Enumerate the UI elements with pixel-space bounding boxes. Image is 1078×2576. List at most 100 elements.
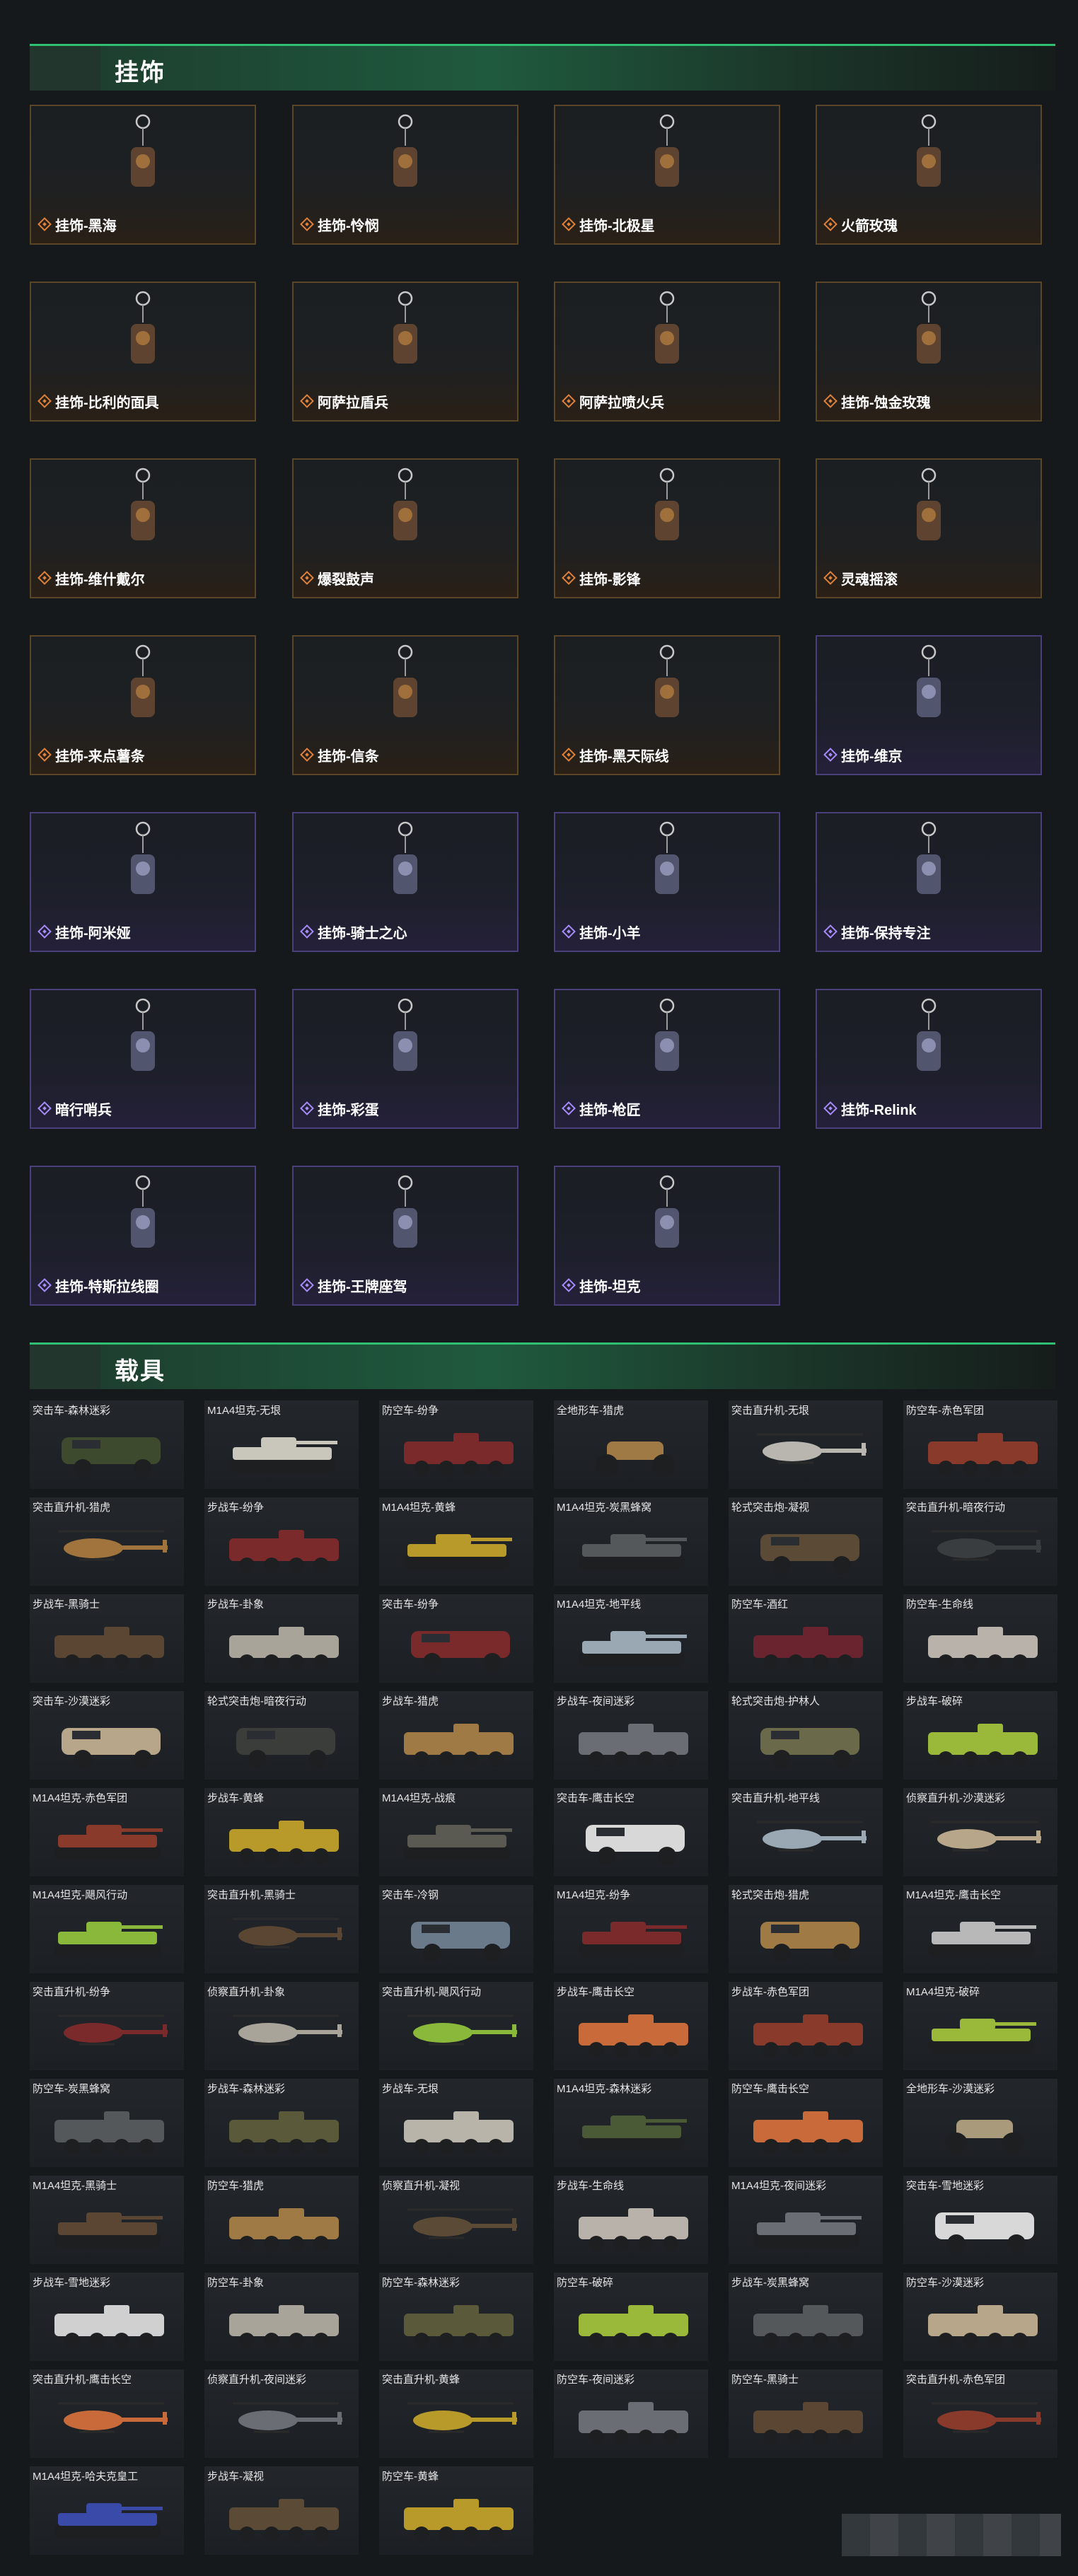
vehicle-card[interactable]: 防空车-酒红 bbox=[729, 1594, 883, 1683]
vehicle-name: 侦察直升机-凝视 bbox=[382, 2180, 460, 2192]
charm-card[interactable]: 阿萨拉盾兵 bbox=[292, 282, 518, 422]
vehicle-card[interactable]: M1A4坦克-无垠 bbox=[204, 1400, 359, 1489]
charm-card[interactable]: 挂饰-维京 bbox=[816, 635, 1042, 775]
vehicle-card[interactable]: 防空车-黄蜂 bbox=[379, 2466, 533, 2555]
charm-card[interactable]: 挂饰-骑士之心 bbox=[292, 812, 518, 952]
vehicle-card[interactable]: M1A4坦克-地平线 bbox=[554, 1594, 708, 1683]
vehicle-card[interactable]: 突击直升机-鹰击长空 bbox=[30, 2369, 184, 2458]
vehicle-card[interactable]: 突击直升机-飓风行动 bbox=[379, 1982, 533, 2070]
charm-card[interactable]: 挂饰-小羊 bbox=[554, 812, 780, 952]
vehicle-image bbox=[411, 1922, 510, 1962]
vehicle-card[interactable]: 轮式突击炮-护林人 bbox=[729, 1691, 883, 1780]
charm-card[interactable]: 挂饰-特斯拉线圈 bbox=[30, 1166, 256, 1306]
charm-card[interactable]: 挂饰-来点薯条 bbox=[30, 635, 256, 775]
vehicle-card[interactable]: 防空车-破碎 bbox=[554, 2273, 708, 2361]
vehicle-card[interactable]: 轮式突击炮-凝视 bbox=[729, 1497, 883, 1586]
charm-image bbox=[131, 998, 155, 1071]
charm-card[interactable]: 阿萨拉喷火兵 bbox=[554, 282, 780, 422]
vehicle-card[interactable]: 防空车-炭黑蜂窝 bbox=[30, 2079, 184, 2167]
vehicle-card[interactable]: M1A4坦克-飓风行动 bbox=[30, 1885, 184, 1973]
vehicle-card[interactable]: M1A4坦克-鹰击长空 bbox=[903, 1885, 1057, 1973]
vehicle-card[interactable]: M1A4坦克-哈夫克皇工 bbox=[30, 2466, 184, 2555]
vehicle-card[interactable]: 防空车-赤色军团 bbox=[903, 1400, 1057, 1489]
vehicle-card[interactable]: 防空车-沙漠迷彩 bbox=[903, 2273, 1057, 2361]
charm-card[interactable]: 挂饰-枪匠 bbox=[554, 989, 780, 1129]
vehicle-card[interactable]: M1A4坦克-夜间迷彩 bbox=[729, 2176, 883, 2264]
vehicle-card[interactable]: 步战车-破碎 bbox=[903, 1691, 1057, 1780]
vehicle-card[interactable]: 步战车-黄蜂 bbox=[204, 1788, 359, 1876]
charm-card[interactable]: 挂饰-蚀金玫瑰 bbox=[816, 282, 1042, 422]
charm-card[interactable]: 挂饰-保持专注 bbox=[816, 812, 1042, 952]
vehicle-card[interactable]: 突击直升机-黑骑士 bbox=[204, 1885, 359, 1973]
vehicle-card[interactable]: 步战车-卦象 bbox=[204, 1594, 359, 1683]
vehicle-card[interactable]: 突击直升机-地平线 bbox=[729, 1788, 883, 1876]
vehicle-card[interactable]: 步战车-纷争 bbox=[204, 1497, 359, 1586]
vehicle-card[interactable]: 突击车-鹰击长空 bbox=[554, 1788, 708, 1876]
charm-card[interactable]: 挂饰-信条 bbox=[292, 635, 518, 775]
vehicle-card[interactable]: M1A4坦克-黑骑士 bbox=[30, 2176, 184, 2264]
vehicle-card[interactable]: M1A4坦克-破碎 bbox=[903, 1982, 1057, 2070]
vehicle-card[interactable]: 步战车-夜间迷彩 bbox=[554, 1691, 708, 1780]
charm-card[interactable]: 挂饰-比利的面具 bbox=[30, 282, 256, 422]
charm-card[interactable]: 挂饰-坦克 bbox=[554, 1166, 780, 1306]
vehicle-card[interactable]: 步战车-赤色军团 bbox=[729, 1982, 883, 2070]
charm-card[interactable]: 挂饰-王牌座驾 bbox=[292, 1166, 518, 1306]
vehicle-card[interactable]: 突击车-冷钢 bbox=[379, 1885, 533, 1973]
vehicle-card[interactable]: 防空车-生命线 bbox=[903, 1594, 1057, 1683]
vehicle-card[interactable]: 轮式突击炮-暗夜行动 bbox=[204, 1691, 359, 1780]
vehicle-card[interactable]: M1A4坦克-战痕 bbox=[379, 1788, 533, 1876]
vehicle-card[interactable]: 步战车-无垠 bbox=[379, 2079, 533, 2167]
vehicle-card[interactable]: M1A4坦克-森林迷彩 bbox=[554, 2079, 708, 2167]
vehicle-card[interactable]: 侦察直升机-沙漠迷彩 bbox=[903, 1788, 1057, 1876]
vehicle-card[interactable]: 防空车-卦象 bbox=[204, 2273, 359, 2361]
vehicle-card[interactable]: 突击直升机-纷争 bbox=[30, 1982, 184, 2070]
vehicle-card[interactable]: 步战车-雪地迷彩 bbox=[30, 2273, 184, 2361]
charm-card[interactable]: 挂饰-Relink bbox=[816, 989, 1042, 1129]
vehicle-card[interactable]: 突击直升机-无垠 bbox=[729, 1400, 883, 1489]
vehicle-card[interactable]: 防空车-鹰击长空 bbox=[729, 2079, 883, 2167]
vehicle-card[interactable]: 步战车-猎虎 bbox=[379, 1691, 533, 1780]
vehicle-card[interactable]: 突击车-纷争 bbox=[379, 1594, 533, 1683]
vehicle-card[interactable]: 防空车-夜间迷彩 bbox=[554, 2369, 708, 2458]
vehicle-card[interactable]: 突击直升机-黄蜂 bbox=[379, 2369, 533, 2458]
charm-card[interactable]: 挂饰-阿米娅 bbox=[30, 812, 256, 952]
vehicle-card[interactable]: 侦察直升机-凝视 bbox=[379, 2176, 533, 2264]
vehicle-card[interactable]: M1A4坦克-炭黑蜂窝 bbox=[554, 1497, 708, 1586]
vehicle-card[interactable]: M1A4坦克-黄蜂 bbox=[379, 1497, 533, 1586]
vehicle-card[interactable]: M1A4坦克-纷争 bbox=[554, 1885, 708, 1973]
vehicle-card[interactable]: 突击车-森林迷彩 bbox=[30, 1400, 184, 1489]
vehicle-card[interactable]: 突击车-雪地迷彩 bbox=[903, 2176, 1057, 2264]
vehicle-card[interactable]: 步战车-凝视 bbox=[204, 2466, 359, 2555]
vehicle-name: 步战车-夜间迷彩 bbox=[557, 1695, 634, 1707]
charm-card[interactable]: 挂饰-彩蛋 bbox=[292, 989, 518, 1129]
vehicle-card[interactable]: 防空车-黑骑士 bbox=[729, 2369, 883, 2458]
vehicle-card[interactable]: 侦察直升机-卦象 bbox=[204, 1982, 359, 2070]
vehicle-card[interactable]: 防空车-纷争 bbox=[379, 1400, 533, 1489]
charm-card[interactable]: 挂饰-影锋 bbox=[554, 458, 780, 598]
vehicle-card[interactable]: 轮式突击炮-猎虎 bbox=[729, 1885, 883, 1973]
charm-card[interactable]: 挂饰-黑海 bbox=[30, 105, 256, 245]
vehicle-card[interactable]: 突击直升机-猎虎 bbox=[30, 1497, 184, 1586]
charm-card[interactable]: 挂饰-北极星 bbox=[554, 105, 780, 245]
charm-card[interactable]: 爆裂鼓声 bbox=[292, 458, 518, 598]
vehicle-card[interactable]: 侦察直升机-夜间迷彩 bbox=[204, 2369, 359, 2458]
vehicle-card[interactable]: 步战车-炭黑蜂窝 bbox=[729, 2273, 883, 2361]
vehicle-card[interactable]: 全地形车-猎虎 bbox=[554, 1400, 708, 1489]
charm-card[interactable]: 挂饰-怜悯 bbox=[292, 105, 518, 245]
vehicle-card[interactable]: 防空车-猎虎 bbox=[204, 2176, 359, 2264]
vehicle-card[interactable]: 步战车-生命线 bbox=[554, 2176, 708, 2264]
vehicle-card[interactable]: 防空车-森林迷彩 bbox=[379, 2273, 533, 2361]
charm-card[interactable]: 挂饰-黑天际线 bbox=[554, 635, 780, 775]
charm-card[interactable]: 暗行哨兵 bbox=[30, 989, 256, 1129]
vehicle-card[interactable]: 突击直升机-暗夜行动 bbox=[903, 1497, 1057, 1586]
vehicle-card[interactable]: 步战车-黑骑士 bbox=[30, 1594, 184, 1683]
charm-card[interactable]: 火箭玫瑰 bbox=[816, 105, 1042, 245]
vehicle-card[interactable]: 突击车-沙漠迷彩 bbox=[30, 1691, 184, 1780]
vehicle-card[interactable]: 步战车-鹰击长空 bbox=[554, 1982, 708, 2070]
charm-card[interactable]: 挂饰-维什戴尔 bbox=[30, 458, 256, 598]
vehicle-card[interactable]: 步战车-森林迷彩 bbox=[204, 2079, 359, 2167]
charm-card[interactable]: 灵魂摇滚 bbox=[816, 458, 1042, 598]
vehicle-card[interactable]: 全地形车-沙漠迷彩 bbox=[903, 2079, 1057, 2167]
vehicle-card[interactable]: 突击直升机-赤色军团 bbox=[903, 2369, 1057, 2458]
vehicle-card[interactable]: M1A4坦克-赤色军团 bbox=[30, 1788, 184, 1876]
